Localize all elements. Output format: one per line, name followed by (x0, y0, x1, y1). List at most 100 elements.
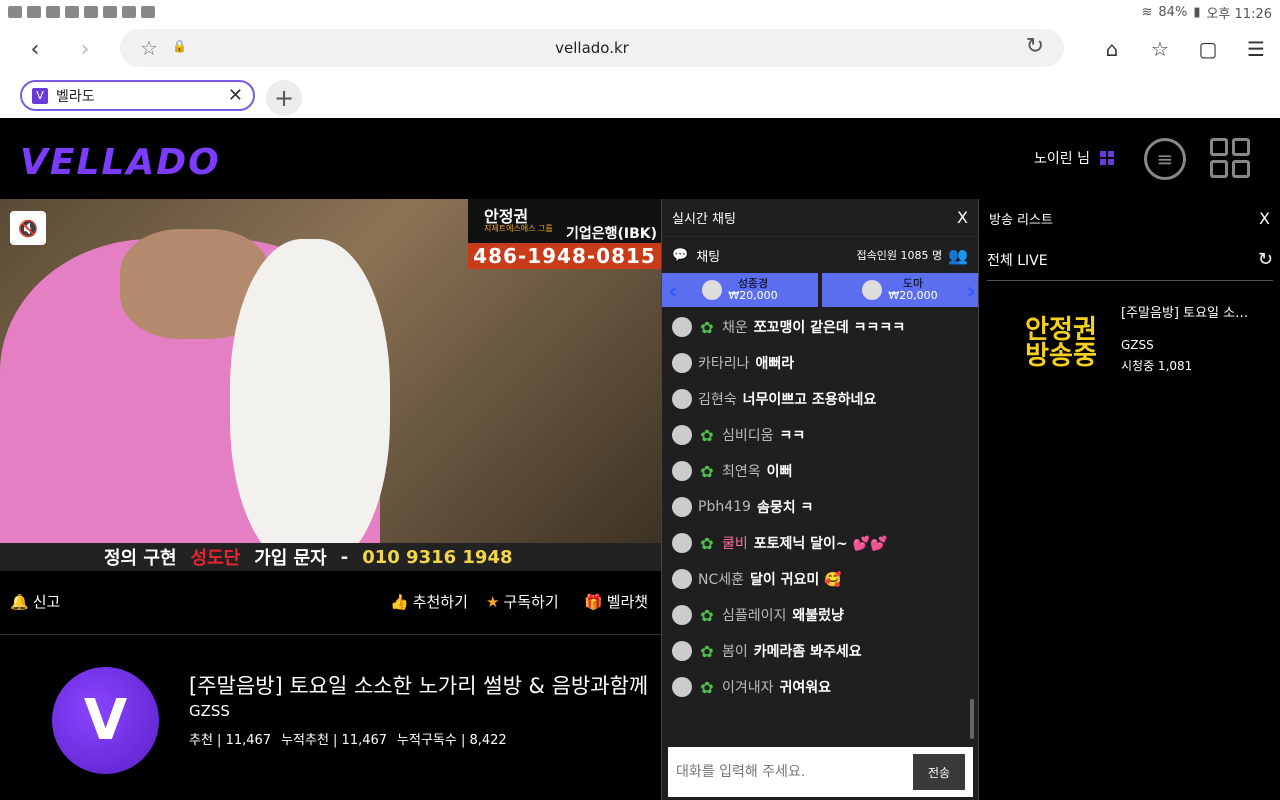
send-button[interactable]: 전송 (913, 754, 965, 790)
tab-title: 벨라도 (56, 88, 95, 105)
reload-icon[interactable]: ↻ (1026, 34, 1044, 59)
close-chat-button[interactable]: X (957, 208, 968, 227)
user-menu-icon[interactable] (1100, 151, 1114, 165)
donor-card[interactable]: 성종경 ₩20,000 (662, 273, 818, 307)
banner-sub: 지제트에스에스 그룹 (484, 224, 553, 233)
avatar[interactable] (672, 317, 692, 337)
forward-button[interactable]: › (60, 24, 110, 74)
chat-input[interactable] (676, 764, 906, 780)
chat-username[interactable]: 심비디움 (722, 425, 774, 445)
report-button[interactable]: 🔔 신고 (10, 591, 60, 612)
refresh-icon[interactable]: ↻ (1258, 249, 1273, 270)
chat-username[interactable]: 이겨내자 (722, 677, 774, 697)
apps-grid-icon[interactable] (1210, 138, 1250, 178)
notification-icon (8, 6, 22, 18)
tabs-button[interactable]: ▢ (1184, 24, 1232, 74)
close-tab-icon[interactable]: ✕ (228, 85, 243, 106)
chat-toggle-icon[interactable]: ≡ (1144, 138, 1186, 180)
user-name[interactable]: 노이린 님 (1034, 148, 1090, 168)
channel-avatar[interactable]: V (52, 667, 159, 774)
status-right: ≋ 84% ▮ 오후 11:26 (1142, 3, 1273, 22)
banner-part: 성도단 (190, 548, 241, 569)
notification-icon (46, 6, 60, 18)
chevron-right-icon[interactable]: › (966, 277, 976, 305)
avatar[interactable] (672, 677, 692, 697)
chevron-left-icon[interactable]: ‹ (668, 277, 678, 305)
chat-text: 귀여워요 (779, 680, 832, 696)
channel-name[interactable]: GZSS (189, 702, 230, 720)
back-button[interactable]: ‹ (10, 24, 60, 74)
close-list-button[interactable]: X (1259, 209, 1270, 228)
new-tab-button[interactable]: + (266, 80, 302, 116)
avatar[interactable] (672, 461, 692, 481)
notification-icon (65, 6, 79, 18)
chat-message: 카타리나 애뻐라 (662, 345, 978, 381)
address-bar[interactable]: ☆ 🔒 vellado.kr ↻ (120, 29, 1064, 67)
chat-username[interactable]: 카타리나 (698, 353, 750, 373)
chat-input-area: 전송 (668, 747, 973, 797)
recommend-button[interactable]: 👍 추천하기 (390, 591, 468, 612)
clock: 오후 11:26 (1206, 6, 1272, 22)
avatar[interactable] (672, 605, 692, 625)
tab-bar: V 벨라도 ✕ + (0, 74, 1280, 118)
stream-title: [주말음방] 토요일 소소한 노가리 썰방 & 음방과함께 (189, 674, 649, 698)
gift-button[interactable]: 🎁 벨라챗 (584, 591, 648, 612)
subscribe-button[interactable]: ★ 구독하기 (486, 591, 559, 612)
donor-card[interactable]: 도마 ₩20,000 (822, 273, 978, 307)
chat-username[interactable]: Pbh419 (698, 499, 751, 515)
bookmarks-button[interactable]: ☆ (1136, 24, 1184, 74)
chat-username[interactable]: NC세훈 (698, 569, 744, 589)
report-label: 신고 (32, 593, 61, 611)
avatar[interactable] (672, 425, 692, 445)
clover-badge-icon: ✿ (700, 677, 714, 697)
donation-banner: 안정권 지제트에스에스 그룹 기업은행(IBK) 486-1948-0815 (468, 199, 661, 269)
bookmark-star-icon[interactable]: ☆ (140, 36, 158, 60)
chat-username[interactable]: 쿨비 (722, 533, 748, 553)
battery-level: 84% (1158, 4, 1188, 20)
donor-strip: 성종경 ₩20,000 도마 ₩20,000 ‹ › (662, 273, 978, 307)
avatar[interactable] (672, 497, 692, 517)
chat-username[interactable]: 김현숙 (698, 389, 737, 409)
chat-messages[interactable]: ✿ 채운 쪼꼬맹이 같은데 ㅋㅋㅋㅋ 카타리나 애뻐라김현숙 너무이쁘고 조용하네요 ✿ 심비… (662, 309, 978, 745)
avatar[interactable] (672, 569, 692, 589)
chat-username[interactable]: 심플레이지 (722, 605, 786, 625)
chat-text: 쪼꼬맹이 같은데 ㅋㅋㅋㅋ (753, 320, 906, 336)
chat-username[interactable]: 봄이 (722, 641, 748, 661)
chat-message: ✿ 쿨비 포토제닉 달이~ 💕💕 (662, 525, 978, 561)
home-button[interactable]: ⌂ (1088, 24, 1136, 74)
url-text[interactable]: vellado.kr (120, 39, 1064, 57)
chat-title: 실시간 채팅 (672, 212, 736, 227)
avatar[interactable] (672, 389, 692, 409)
notification-icon (84, 6, 98, 18)
avatar[interactable] (672, 353, 692, 373)
avatar[interactable] (672, 641, 692, 661)
clover-badge-icon: ✿ (700, 533, 714, 553)
mute-icon[interactable]: 🔇 (10, 211, 46, 245)
chat-subheader: 💬 채팅 접속인원 1085 명 👥 (662, 237, 978, 273)
chat-text: 너무이쁘고 조용하네요 (742, 392, 877, 408)
chat-username[interactable]: 채운 (722, 317, 748, 337)
broadcast-thumbnail[interactable]: 안정권 방송중 (1003, 303, 1119, 383)
chat-text: 이뻐 (766, 464, 793, 480)
clover-badge-icon: ✿ (700, 641, 714, 661)
chat-label: 채팅 (696, 249, 721, 265)
stat-item: 추천 | 11,467 (189, 733, 272, 748)
chat-bubble-icon: 💬 (672, 247, 689, 263)
gift-label: 벨라챗 (606, 593, 649, 611)
site-logo[interactable]: VELLADO (20, 142, 221, 183)
people-icon[interactable]: 👥 (948, 246, 968, 265)
scrollbar[interactable] (970, 699, 974, 739)
avatar[interactable] (672, 533, 692, 553)
video-player[interactable]: 🔇 안정권 지제트에스에스 그룹 기업은행(IBK) 486-1948-0815… (0, 199, 661, 571)
chat-text: 왜불렀냥 (792, 608, 844, 624)
broadcast-title[interactable]: [주말음방] 토요일 소… (1121, 302, 1261, 321)
menu-button[interactable]: ☰ (1232, 24, 1280, 74)
banner-part: - (340, 546, 349, 568)
favicon: V (32, 87, 48, 104)
chat-panel: 실시간 채팅 X 💬 채팅 접속인원 1085 명 👥 성종경 ₩20,000 도… (661, 199, 978, 800)
status-bar: ≋ 84% ▮ 오후 11:26 (0, 0, 1280, 24)
chat-text: ㅋㅋ (779, 428, 806, 444)
tab-vellado[interactable]: V 벨라도 ✕ (20, 80, 255, 111)
chat-username[interactable]: 최연옥 (722, 461, 761, 481)
chat-message: NC세훈 달이 귀요미 🥰 (662, 561, 978, 597)
